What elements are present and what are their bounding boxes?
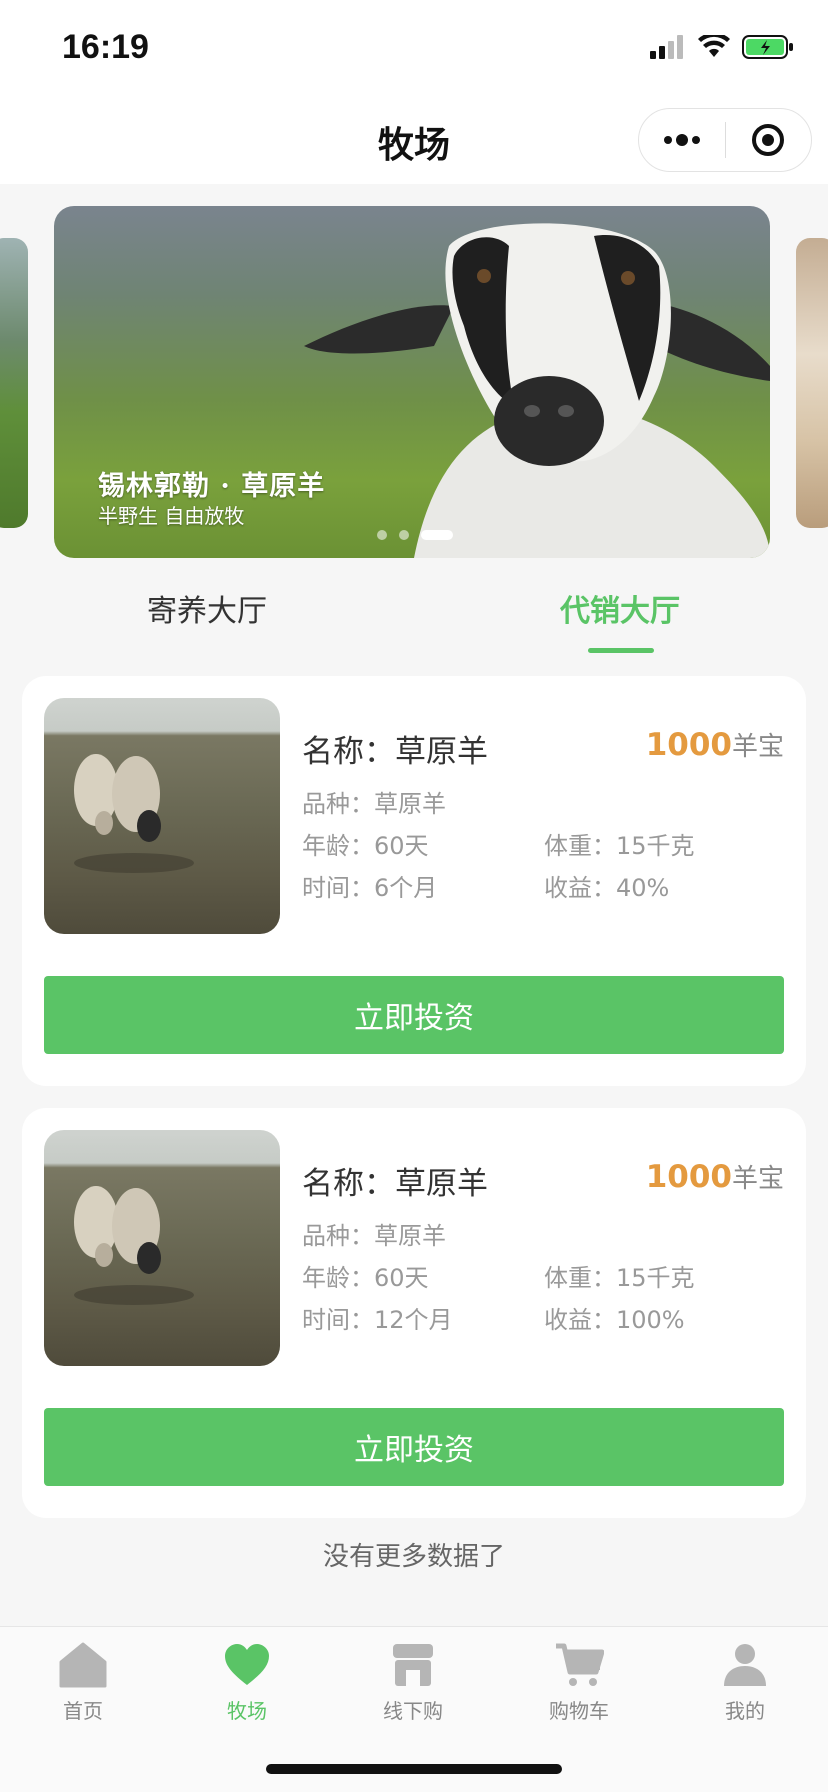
hall-tabs: 寄养大厅 代销大厅 bbox=[0, 576, 828, 656]
banner-prev-slide[interactable] bbox=[0, 238, 28, 528]
cart-icon bbox=[556, 1643, 604, 1686]
tabbar-item-home[interactable]: 首页 bbox=[28, 1639, 138, 1724]
tab-consignment-hall[interactable]: 代销大厅 bbox=[500, 586, 740, 630]
heart-icon bbox=[225, 1644, 269, 1685]
product-age: 年龄：60天 bbox=[302, 1264, 429, 1292]
banner-caption-title: 锡林郭勒 · 草原羊 bbox=[98, 471, 326, 502]
product-period: 时间：6个月 bbox=[302, 874, 438, 902]
tabbar-item-cart[interactable]: 购物车 bbox=[524, 1639, 634, 1724]
banner-dot-active[interactable] bbox=[421, 530, 453, 540]
product-yield: 收益：100% bbox=[544, 1306, 685, 1334]
battery-icon bbox=[742, 35, 793, 59]
tab-foster-hall[interactable]: 寄养大厅 bbox=[87, 586, 327, 630]
product-price: 1000羊宝 bbox=[646, 726, 784, 763]
banner-pagination bbox=[377, 530, 453, 540]
user-icon bbox=[724, 1644, 766, 1686]
product-card: 名称：草原羊 1000羊宝 品种：草原羊 年龄：60天 体重：15千克 时间：6… bbox=[22, 676, 806, 1086]
banner-carousel[interactable]: 锡林郭勒 · 草原羊 半野生 自由放牧 bbox=[0, 206, 828, 558]
tabbar-label: 我的 bbox=[725, 1699, 765, 1723]
product-name: 名称：草原羊 bbox=[302, 1166, 488, 1202]
banner-dot[interactable] bbox=[377, 530, 387, 540]
price-unit: 羊宝 bbox=[731, 1164, 784, 1194]
tabbar-item-offline-shop[interactable]: 线下购 bbox=[358, 1639, 468, 1724]
grazing-sheep-photo bbox=[74, 1186, 194, 1305]
product-breed: 品种：草原羊 bbox=[302, 790, 446, 818]
nav-bar: 牧场 bbox=[0, 96, 828, 184]
product-card: 名称：草原羊 1000羊宝 品种：草原羊 年龄：60天 体重：15千克 时间：1… bbox=[22, 1108, 806, 1518]
price-value: 1000 bbox=[645, 1159, 732, 1195]
banner-slide[interactable]: 锡林郭勒 · 草原羊 半野生 自由放牧 bbox=[54, 206, 770, 558]
product-breed: 品种：草原羊 bbox=[302, 1222, 446, 1250]
tabbar-label: 首页 bbox=[63, 1699, 103, 1723]
signal-icon bbox=[650, 35, 683, 59]
store-icon bbox=[393, 1644, 433, 1686]
wifi-icon bbox=[698, 35, 730, 57]
price-value: 1000 bbox=[645, 727, 732, 763]
tabbar-item-mine[interactable]: 我的 bbox=[690, 1639, 800, 1724]
product-weight: 体重：15千克 bbox=[544, 1264, 695, 1292]
tabbar-label: 牧场 bbox=[227, 1699, 267, 1723]
tabbar-item-ranch[interactable]: 牧场 bbox=[192, 1639, 302, 1724]
product-image[interactable] bbox=[44, 1130, 280, 1366]
close-miniprogram-button[interactable] bbox=[726, 109, 812, 171]
product-image[interactable] bbox=[44, 698, 280, 934]
more-button[interactable] bbox=[639, 109, 725, 171]
tabbar-label: 购物车 bbox=[549, 1699, 609, 1723]
banner-next-slide[interactable] bbox=[796, 238, 828, 528]
banner-caption-subtitle: 半野生 自由放牧 bbox=[98, 504, 245, 528]
tabbar-label: 线下购 bbox=[383, 1699, 443, 1723]
more-dots-icon bbox=[663, 134, 700, 146]
invest-now-button[interactable]: 立即投资 bbox=[44, 976, 784, 1054]
status-time: 16:19 bbox=[62, 28, 149, 66]
mini-program-capsule bbox=[638, 108, 812, 172]
product-age: 年龄：60天 bbox=[302, 832, 429, 860]
product-yield: 收益：40% bbox=[544, 874, 670, 902]
product-name: 名称：草原羊 bbox=[302, 734, 488, 770]
product-period: 时间：12个月 bbox=[302, 1306, 453, 1334]
status-icons bbox=[650, 34, 794, 60]
home-indicator bbox=[266, 1764, 562, 1774]
target-close-icon bbox=[752, 124, 785, 156]
price-unit: 羊宝 bbox=[731, 732, 784, 762]
home-icon bbox=[59, 1642, 107, 1688]
product-weight: 体重：15千克 bbox=[544, 832, 695, 860]
banner-dot[interactable] bbox=[399, 530, 409, 540]
grazing-sheep-photo bbox=[74, 754, 194, 873]
active-tab-indicator bbox=[588, 648, 654, 653]
product-price: 1000羊宝 bbox=[646, 1158, 784, 1195]
status-bar: 16:19 bbox=[0, 0, 828, 96]
invest-now-button[interactable]: 立即投资 bbox=[44, 1408, 784, 1486]
no-more-data-text: 没有更多数据了 bbox=[322, 1542, 505, 1572]
